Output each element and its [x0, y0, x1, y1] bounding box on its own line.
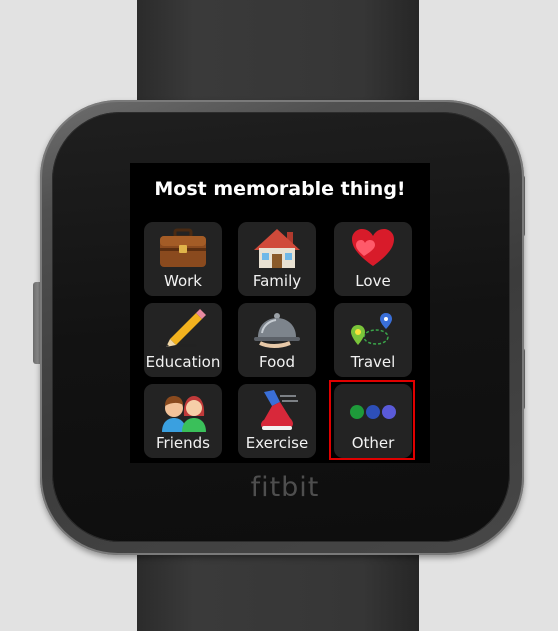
friends-icon [144, 388, 222, 432]
watch-brand-logo: fitbit [250, 472, 320, 503]
option-label: Friends [156, 434, 210, 452]
cloche-icon [238, 307, 316, 351]
option-food[interactable]: Food [238, 303, 316, 377]
option-label: Exercise [245, 434, 309, 452]
map-pins-icon [334, 307, 412, 351]
selected-option-highlight [329, 380, 415, 460]
option-label: Work [164, 272, 202, 290]
option-work[interactable]: Work [144, 222, 222, 296]
option-family[interactable]: Family [238, 222, 316, 296]
option-label: Love [355, 272, 391, 290]
option-label: Education [145, 353, 221, 371]
option-love[interactable]: Love [334, 222, 412, 296]
option-education[interactable]: Education [144, 303, 222, 377]
running-shoe-icon [238, 388, 316, 432]
option-exercise[interactable]: Exercise [238, 384, 316, 458]
hearts-icon [334, 226, 412, 270]
screen-title: Most memorable thing! [154, 178, 406, 200]
option-friends[interactable]: Friends [144, 384, 222, 458]
house-icon [238, 226, 316, 270]
pencil-icon [144, 307, 222, 351]
briefcase-icon [144, 226, 222, 270]
option-travel[interactable]: Travel [334, 303, 412, 377]
option-label: Food [259, 353, 295, 371]
option-label: Family [252, 272, 302, 290]
option-label: Travel [350, 353, 396, 371]
